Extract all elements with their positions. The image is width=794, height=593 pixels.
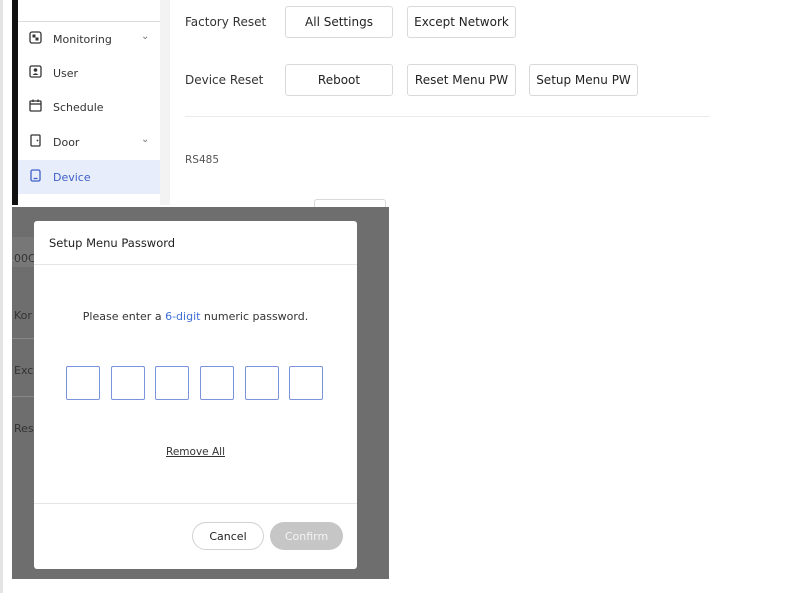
pin-digit-2[interactable] [111, 366, 145, 400]
sidebar-item-label: Door [53, 135, 80, 149]
sidebar-item-monitoring[interactable]: Monitoring ⌄ [18, 22, 160, 56]
chevron-down-icon: ⌄ [141, 31, 150, 42]
window-edge [0, 0, 3, 593]
sidebar-item-label: Monitoring [53, 32, 112, 46]
device-reset-label: Device Reset [185, 73, 264, 87]
device-icon [30, 169, 41, 182]
sidebar-item-label: Schedule [53, 100, 104, 114]
pin-digit-3[interactable] [155, 366, 189, 400]
confirm-button[interactable]: Confirm [270, 522, 343, 550]
pin-digit-4[interactable] [200, 366, 234, 400]
sidebar-item-label: Device [53, 170, 91, 184]
dialog-title: Setup Menu Password [49, 236, 176, 250]
pin-digit-5[interactable] [245, 366, 279, 400]
rs485-section-label: RS485 [185, 154, 220, 166]
reset-menu-pw-button[interactable]: Reset Menu PW [407, 64, 516, 96]
except-network-button[interactable]: Except Network [407, 6, 516, 38]
sidebar-item-device[interactable]: Device [18, 160, 160, 194]
dialog-footer-divider [34, 503, 357, 504]
monitoring-icon [29, 31, 42, 44]
backdrop-line [12, 338, 34, 339]
remove-all-link[interactable]: Remove All [166, 446, 225, 458]
calendar-icon [29, 99, 42, 112]
sidebar-item-user[interactable]: User [18, 56, 160, 90]
all-settings-button[interactable]: All Settings [285, 6, 393, 38]
reboot-button[interactable]: Reboot [285, 64, 393, 96]
partial-control [314, 199, 386, 207]
password-prompt: Please enter a 6-digit numeric password. [82, 310, 309, 323]
digit-count-highlight: 6-digit [165, 310, 201, 323]
pin-digit-1[interactable] [66, 366, 100, 400]
sidebar-item-door[interactable]: Door ⌄ [18, 125, 160, 159]
setup-menu-password-dialog: Setup Menu Password Please enter a 6-dig… [34, 221, 357, 569]
factory-reset-label: Factory Reset [185, 15, 267, 29]
sidebar-gutter [160, 0, 170, 205]
section-divider [185, 116, 710, 117]
chevron-down-icon: ⌄ [141, 134, 150, 145]
setup-menu-pw-button[interactable]: Setup Menu PW [529, 64, 638, 96]
door-icon [30, 134, 41, 147]
backdrop-line [12, 396, 34, 397]
user-icon [29, 65, 42, 78]
pin-digit-6[interactable] [289, 366, 323, 400]
sidebar-item-schedule[interactable]: Schedule [18, 90, 160, 124]
cancel-button[interactable]: Cancel [192, 522, 264, 550]
sidebar-item-label: User [53, 66, 79, 80]
dialog-header-divider [34, 264, 357, 265]
